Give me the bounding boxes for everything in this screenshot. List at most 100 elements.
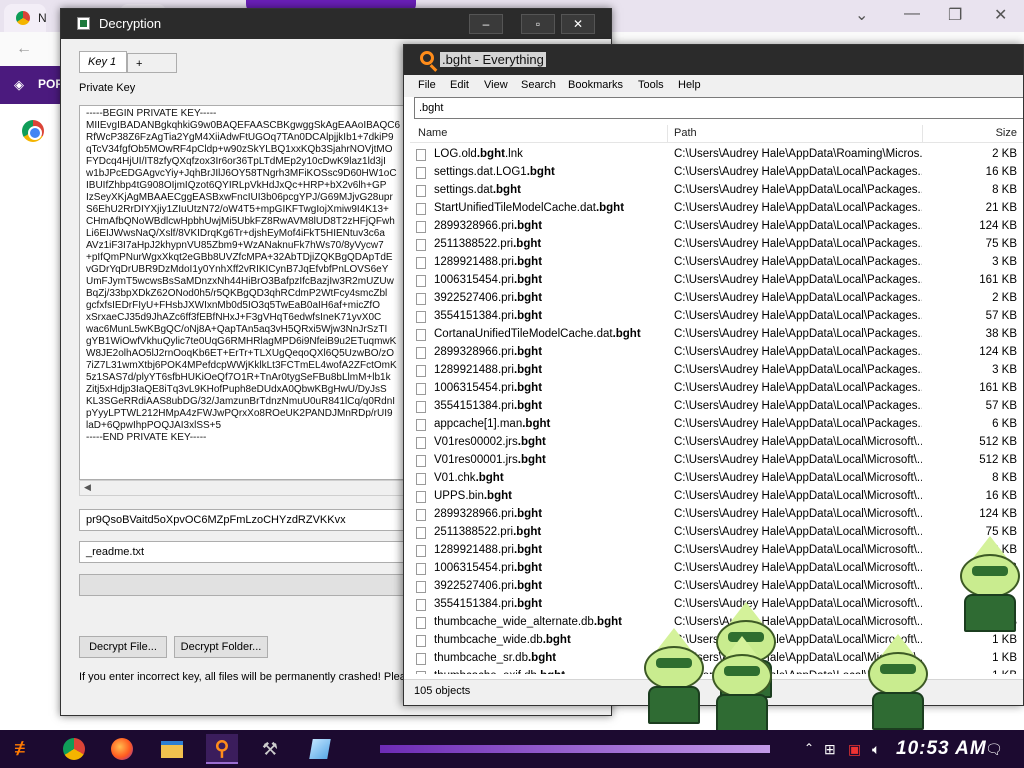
key-line: gYB1WiOwfVkhuQylic7te0UqG6RMHRlagMPD6i9N… xyxy=(86,336,397,347)
taskbar-everything[interactable]: ⚲ xyxy=(206,734,238,764)
file-name-match: .bght xyxy=(537,670,565,674)
column-path[interactable]: Path xyxy=(674,127,697,139)
restore-icon[interactable]: ❐ xyxy=(948,5,962,25)
menu-search[interactable]: Search xyxy=(521,79,556,91)
close-icon[interactable]: ✕ xyxy=(994,5,1007,25)
minimize-button[interactable]: – xyxy=(469,14,503,34)
menu-edit[interactable]: Edit xyxy=(450,79,469,91)
column-size[interactable]: Size xyxy=(996,127,1017,139)
table-row[interactable]: 2899328966.pri.bght C:\Users\Audrey Hale\… xyxy=(410,506,1023,524)
file-name: CortanaUnifiedTileModelCache.dat.bght xyxy=(434,328,670,340)
table-row[interactable]: UPPS.bin.bght C:\Users\Audrey Hale\AppDat… xyxy=(410,488,1023,506)
file-path: C:\Users\Audrey Hale\AppData\Local\Micro… xyxy=(674,490,922,502)
table-row[interactable]: LOG.old.bght.lnk C:\Users\Audrey Hale\App… xyxy=(410,146,1023,164)
notepad-icon xyxy=(309,739,331,759)
taskbar-file-explorer[interactable] xyxy=(156,734,188,764)
menu-help[interactable]: Help xyxy=(678,79,701,91)
browser-tab-label: Ne xyxy=(38,11,46,25)
taskbar-clock[interactable]: 10:53 AM xyxy=(896,738,987,760)
key-line: w1bJPcEDGAgvcYiy+JqhBrJIlJ6OY58TNgrh3MFi… xyxy=(86,168,397,179)
table-row[interactable]: V01res00001.jrs.bght C:\Users\Audrey Hale… xyxy=(410,452,1023,470)
key-line: CHmAfbQNoWBdlcwHpbhUwjMi5UbkFZ8RwAVM8lUD… xyxy=(86,216,395,227)
menu-bookmarks[interactable]: Bookmarks xyxy=(568,79,623,91)
column-divider[interactable] xyxy=(922,125,923,143)
key-line: qTcV34fgfOb5MOwRF4pCldp+w90zSkYLBQ1xxKQb… xyxy=(86,144,393,155)
file-path: C:\Users\Audrey Hale\AppData\Local\Packa… xyxy=(674,328,922,340)
table-row[interactable]: CortanaUnifiedTileModelCache.dat.bght C:\… xyxy=(410,326,1023,344)
file-path: C:\Users\Audrey Hale\AppData\Local\Packa… xyxy=(674,256,922,268)
table-row[interactable]: 2899328966.pri.bght C:\Users\Audrey Hale\… xyxy=(410,218,1023,236)
file-name-match: .bght xyxy=(513,580,543,592)
table-row[interactable]: 3922527406.pri.bght C:\Users\Audrey Hale\… xyxy=(410,578,1023,596)
menu-tools[interactable]: Tools xyxy=(638,79,664,91)
file-name-match: .bght xyxy=(513,220,543,232)
file-name-match: .bght xyxy=(513,508,543,520)
key-line: 7iZ7L31wmXtbj6POK4MPefdcpWWjKklkLt3FCTmE… xyxy=(86,360,397,371)
table-row[interactable]: settings.dat.bght C:\Users\Audrey Hale\Ap… xyxy=(410,182,1023,200)
table-row[interactable]: 2511388522.pri.bght C:\Users\Audrey Hale\… xyxy=(410,524,1023,542)
notifications-icon[interactable]: 🗨︎ xyxy=(985,741,1003,758)
taskbar-chrome[interactable] xyxy=(58,734,90,764)
file-name-match: .bght xyxy=(513,256,543,268)
decrypt-folder-button[interactable]: Decrypt Folder... xyxy=(174,636,268,658)
file-path: C:\Users\Audrey Hale\AppData\Local\Packa… xyxy=(674,418,922,430)
table-row[interactable]: StartUnifiedTileModelCache.dat.bght C:\Us… xyxy=(410,200,1023,218)
close-button[interactable]: ✕ xyxy=(561,14,595,34)
file-name-match: .bght xyxy=(513,346,543,358)
table-row[interactable]: 1006315454.pri.bght C:\Users\Audrey Hale\… xyxy=(410,380,1023,398)
taskbar-hammer-app[interactable]: ⚒ xyxy=(254,734,286,764)
scroll-left-icon[interactable]: ◀ xyxy=(84,482,91,493)
file-name: 1289921488.pri.bght xyxy=(434,544,670,556)
table-row[interactable]: 1006315454.pri.bght C:\Users\Audrey Hale\… xyxy=(410,272,1023,290)
table-row[interactable]: 2511388522.pri.bght C:\Users\Audrey Hale\… xyxy=(410,236,1023,254)
taskbar-firefox[interactable] xyxy=(106,734,138,764)
file-size: 6 KB xyxy=(992,418,1017,430)
table-row[interactable]: 1289921488.pri.bght C:\Users\Audrey Hale\… xyxy=(410,362,1023,380)
table-row[interactable]: 3554151384.pri.bght C:\Users\Audrey Hale\… xyxy=(410,308,1023,326)
table-row[interactable]: appcache[1].man.bght C:\Users\Audrey Hale… xyxy=(410,416,1023,434)
table-row[interactable]: V01res00002.jrs.bght C:\Users\Audrey Hale… xyxy=(410,434,1023,452)
file-size: 124 KB xyxy=(979,220,1017,232)
object-count: 105 objects xyxy=(414,685,471,697)
volume-icon[interactable]: 🔈︎ xyxy=(872,741,880,758)
table-row[interactable]: V01.chk.bght C:\Users\Audrey Hale\AppData… xyxy=(410,470,1023,488)
taskbar-notepad[interactable] xyxy=(304,734,336,764)
search-input[interactable]: .bght xyxy=(414,97,1023,119)
menu-view[interactable]: View xyxy=(484,79,508,91)
table-row[interactable]: 3554151384.pri.bght C:\Users\Audrey Hale\… xyxy=(410,398,1023,416)
table-row[interactable]: settings.dat.LOG1.bght C:\Users\Audrey Ha… xyxy=(410,164,1023,182)
chevron-down-icon[interactable]: ⌄ xyxy=(855,5,868,25)
minimize-icon[interactable]: — xyxy=(904,5,920,23)
file-name-base: settings.dat xyxy=(434,184,493,196)
tab-add[interactable]: + xyxy=(127,53,177,73)
file-icon xyxy=(416,149,426,161)
browser-tab[interactable]: Ne xyxy=(4,4,46,32)
decrypt-file-button[interactable]: Decrypt File... xyxy=(79,636,167,658)
column-divider[interactable] xyxy=(667,125,668,143)
results-list: LOG.old.bght.lnk C:\Users\Audrey Hale\App… xyxy=(410,146,1023,674)
tab-key-1[interactable]: Key 1 xyxy=(79,51,127,73)
language-icon[interactable]: ⊞ xyxy=(824,741,836,758)
network-warning-icon[interactable]: ▣ xyxy=(848,741,861,758)
back-arrow-icon[interactable]: ← xyxy=(16,40,32,58)
table-row[interactable]: 2899328966.pri.bght C:\Users\Audrey Hale\… xyxy=(410,344,1023,362)
file-path: C:\Users\Audrey Hale\AppData\Roaming\Mic… xyxy=(674,148,922,160)
file-size: 16 KB xyxy=(985,490,1017,502)
table-row[interactable]: 3922527406.pri.bght C:\Users\Audrey Hale\… xyxy=(410,290,1023,308)
everything-titlebar: .bght - Everything xyxy=(404,45,1023,75)
show-hidden-icons-icon[interactable]: ⌃ xyxy=(804,741,814,755)
file-name: UPPS.bin.bght xyxy=(434,490,670,502)
file-name-base: 2899328966.pri xyxy=(434,346,514,358)
tab-label: + xyxy=(136,58,143,70)
file-name-match: .bght xyxy=(513,562,543,574)
start-button[interactable]: ≢ xyxy=(8,734,40,764)
column-name[interactable]: Name xyxy=(418,127,447,139)
table-row[interactable]: 1006315454.pri.bght C:\Users\Audrey Hale\… xyxy=(410,560,1023,578)
table-row[interactable]: 1289921488.pri.bght C:\Users\Audrey Hale\… xyxy=(410,542,1023,560)
menu-file[interactable]: File xyxy=(418,79,436,91)
table-row[interactable]: 1289921488.pri.bght C:\Users\Audrey Hale\… xyxy=(410,254,1023,272)
file-name-match: .bght xyxy=(513,238,542,250)
window-title: .bght - Everything xyxy=(440,52,546,67)
maximize-button[interactable]: ▫ xyxy=(521,14,555,34)
file-name: 3922527406.pri.bght xyxy=(434,292,670,304)
